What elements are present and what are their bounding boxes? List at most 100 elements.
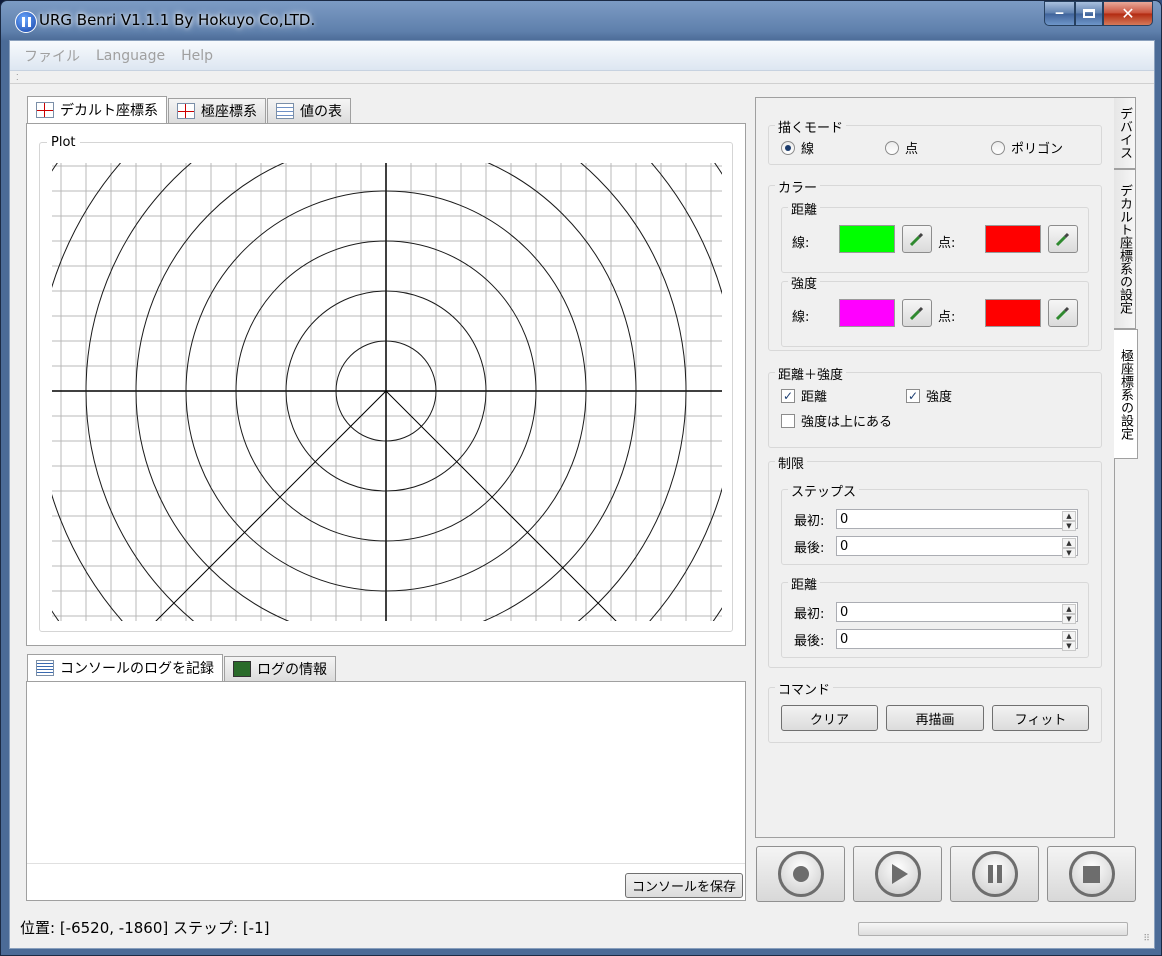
toolbar-grip[interactable]: ⁚ <box>16 73 19 82</box>
status-position: 位置: [-6520, -1860] ステップ: [-1] <box>20 919 270 937</box>
steps-first-spinbox[interactable]: 0 ▲ ▼ <box>836 509 1078 531</box>
save-console-button[interactable]: コンソールを保存 <box>624 873 743 898</box>
tab-polar[interactable]: 極座標系 <box>168 98 266 123</box>
checkbox-label: 距離 <box>801 390 828 405</box>
spinbox-value: 0 <box>840 631 849 647</box>
title-bar[interactable]: URG Benri V1.1.1 By Hokuyo Co,LTD. ‒ ✕ <box>9 1 1153 40</box>
tab-device[interactable]: デバイス <box>1114 97 1136 169</box>
intensity-checkbox[interactable]: ✓ 強度 <box>906 386 952 405</box>
intensity-on-top-checkbox[interactable]: 強度は上にある <box>781 411 892 430</box>
distance-first-spinbox[interactable]: 0 ▲ ▼ <box>836 602 1078 624</box>
log-icon <box>233 661 251 677</box>
minimize-button[interactable]: ‒ <box>1044 1 1075 26</box>
stop-button[interactable] <box>1047 846 1136 902</box>
spin-up-button[interactable]: ▲ <box>1062 604 1076 614</box>
radio-button-checked[interactable] <box>781 140 795 155</box>
distance-intensity-group: 距離＋強度 ✓ 距離 ✓ 強度 強度は上にある <box>768 364 1102 448</box>
eyedropper-button[interactable] <box>1048 299 1078 327</box>
main-window: URG Benri V1.1.1 By Hokuyo Co,LTD. ‒ ✕ フ… <box>0 0 1162 956</box>
spin-down-button[interactable]: ▼ <box>1062 614 1076 624</box>
eyedropper-icon <box>909 232 924 247</box>
checkbox-label: 強度は上にある <box>801 415 893 430</box>
toolbar-separator <box>10 83 1154 84</box>
group-title: 制限 <box>775 453 808 472</box>
distance-point-color-swatch[interactable] <box>985 225 1041 253</box>
group-title: カラー <box>775 177 821 196</box>
tab-console-log[interactable]: コンソールのログを記録 <box>27 654 223 681</box>
eyedropper-icon <box>1055 306 1070 321</box>
menu-language[interactable]: Language <box>88 48 173 64</box>
plot-panel: Plot <box>26 123 746 646</box>
spin-down-button[interactable]: ▼ <box>1062 641 1076 651</box>
radio-label: 点 <box>905 142 919 157</box>
point-label: 点: <box>938 310 956 325</box>
eyedropper-button[interactable] <box>902 299 932 327</box>
menu-file[interactable]: ファイル <box>16 46 88 66</box>
document-icon <box>36 660 54 676</box>
distance-color-group: 距離 線: 点: <box>781 199 1089 273</box>
tab-label: デカルト座標系 <box>60 103 158 119</box>
radio-point[interactable]: 点 <box>885 138 918 157</box>
spin-down-button[interactable]: ▼ <box>1062 548 1076 558</box>
steps-last-spinbox[interactable]: 0 ▲ ▼ <box>836 536 1078 558</box>
distance-checkbox[interactable]: ✓ 距離 <box>781 386 827 405</box>
record-button[interactable] <box>756 846 845 902</box>
console-output[interactable] <box>27 682 745 864</box>
group-title: 距離 <box>788 199 821 218</box>
radio-button[interactable] <box>991 140 1005 155</box>
steps-limit-group: ステップス 最初: 0 ▲ ▼ 最後: 0 ▲ ▼ <box>781 481 1089 565</box>
radio-button[interactable] <box>885 140 899 155</box>
play-button[interactable] <box>853 846 942 902</box>
close-button[interactable]: ✕ <box>1103 1 1153 26</box>
progress-bar <box>858 922 1128 936</box>
graph-icon <box>36 102 54 118</box>
tab-label: コンソールのログを記録 <box>60 661 214 677</box>
fit-button[interactable]: フィット <box>992 705 1089 731</box>
checkbox-checked[interactable]: ✓ <box>781 388 795 403</box>
menu-bar: ファイル Language Help <box>10 41 1154 71</box>
side-tab-bar: デバイス デカルト座標系の設定 極座標系の設定 <box>1114 97 1138 459</box>
last-label: 最後: <box>794 634 825 649</box>
tab-value-table[interactable]: 値の表 <box>267 98 351 123</box>
clear-button[interactable]: クリア <box>781 705 878 731</box>
tab-log-info[interactable]: ログの情報 <box>224 656 336 681</box>
tab-label: 極座標系 <box>201 104 257 120</box>
maximize-button[interactable] <box>1075 1 1103 26</box>
spin-up-button[interactable]: ▲ <box>1062 511 1076 521</box>
tab-cartesian-settings[interactable]: デカルト座標系の設定 <box>1114 169 1136 329</box>
distance-line-color-swatch[interactable] <box>839 225 895 253</box>
radio-label: ポリゴン <box>1011 142 1064 157</box>
graph-icon <box>177 103 195 119</box>
draw-mode-group: 描くモード 線 点 ポリゴン <box>768 117 1102 165</box>
resize-grip-icon[interactable]: ⠿ <box>1143 934 1150 944</box>
eyedropper-button[interactable] <box>1048 225 1078 253</box>
pause-button[interactable] <box>950 846 1039 902</box>
eyedropper-icon <box>909 306 924 321</box>
radio-polygon[interactable]: ポリゴン <box>991 138 1063 157</box>
checkbox[interactable] <box>781 413 795 428</box>
plot-canvas[interactable] <box>40 143 732 631</box>
minimize-icon: ‒ <box>1054 6 1065 21</box>
eyedropper-button[interactable] <box>902 225 932 253</box>
stop-icon <box>1068 851 1115 897</box>
spin-down-button[interactable]: ▼ <box>1062 521 1076 531</box>
group-title: 距離＋強度 <box>775 364 847 383</box>
spinbox-value: 0 <box>840 604 849 620</box>
menu-help[interactable]: Help <box>173 48 221 64</box>
intensity-point-color-swatch[interactable] <box>985 299 1041 327</box>
spin-up-button[interactable]: ▲ <box>1062 538 1076 548</box>
spinbox-value: 0 <box>840 538 849 554</box>
group-title: 強度 <box>788 273 821 292</box>
command-group: コマンド クリア 再描画 フィット <box>768 679 1102 743</box>
tab-cartesian[interactable]: デカルト座標系 <box>27 96 167 123</box>
tab-polar-settings[interactable]: 極座標系の設定 <box>1114 329 1138 459</box>
limits-group: 制限 ステップス 最初: 0 ▲ ▼ 最後: 0 ▲ ▼ 距離 最初: 0 ▲ … <box>768 453 1102 668</box>
intensity-line-color-swatch[interactable] <box>839 299 895 327</box>
first-label: 最初: <box>794 607 825 622</box>
distance-last-spinbox[interactable]: 0 ▲ ▼ <box>836 629 1078 651</box>
redraw-button[interactable]: 再描画 <box>886 705 984 731</box>
checkbox-checked[interactable]: ✓ <box>906 388 920 403</box>
radio-line[interactable]: 線 <box>781 138 814 157</box>
point-label: 点: <box>938 236 956 251</box>
spin-up-button[interactable]: ▲ <box>1062 631 1076 641</box>
